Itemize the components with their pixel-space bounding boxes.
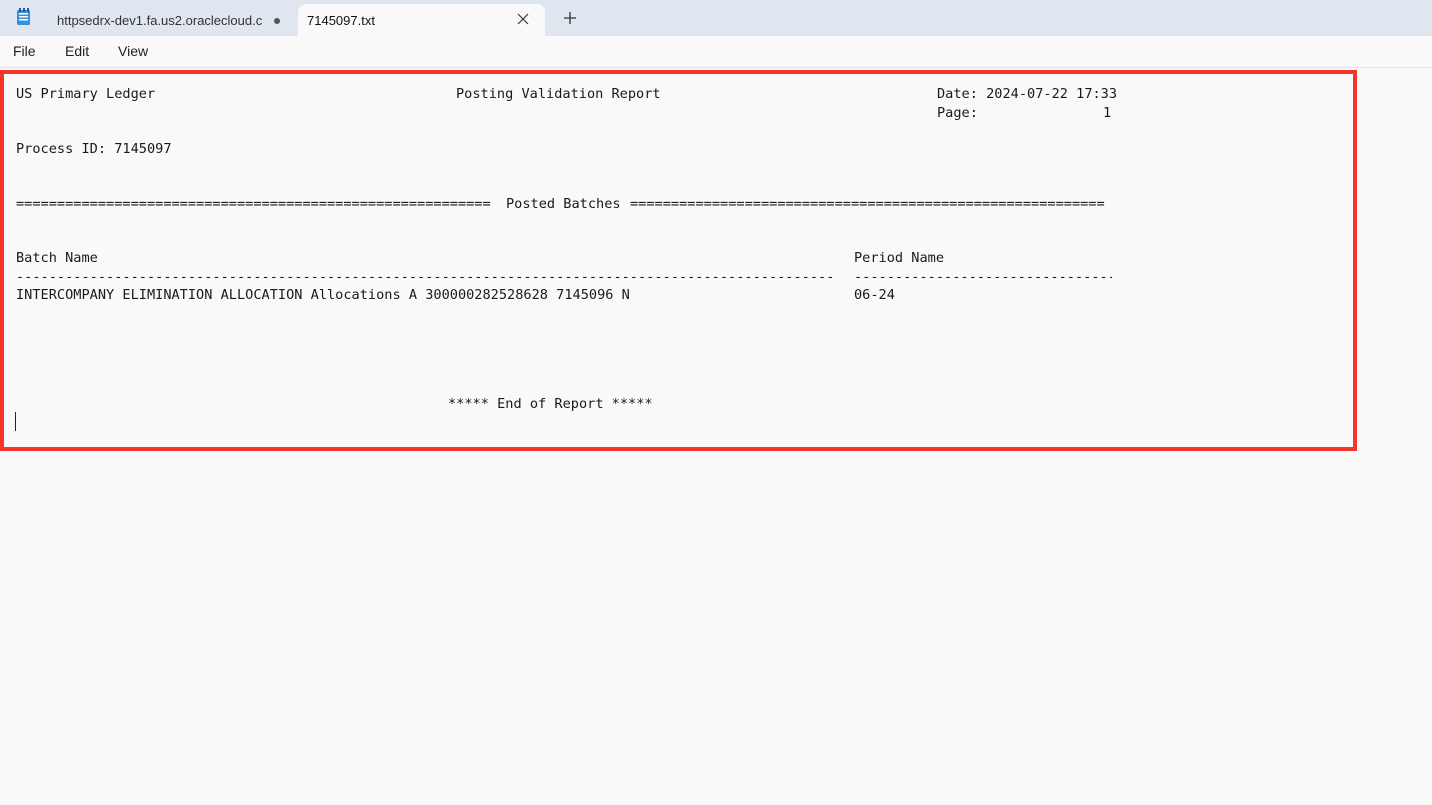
add-tab-icon[interactable] [561,9,579,27]
period-name-header: Period Name [854,250,945,266]
close-icon[interactable] [515,11,531,27]
notepad-icon [17,8,30,25]
tab-title: httpsedrx-dev1.fa.us2.oraclecloud.c [57,12,263,28]
batch-column-rule: ----------------------------------------… [16,269,835,285]
page-label: Page: [937,105,978,121]
page-number: 1 [1103,105,1112,121]
tab-report-file[interactable]: 7145097.txt [298,4,545,36]
section-rule-right: ========================================… [630,196,1105,212]
process-id: Process ID: 7145097 [16,141,172,157]
tab-web-file[interactable]: httpsedrx-dev1.fa.us2.oraclecloud.c [44,4,294,36]
unsaved-dot-icon[interactable] [274,18,280,24]
menu-edit[interactable]: Edit [65,43,89,59]
batch-name-header: Batch Name [16,250,98,266]
report-title: Posting Validation Report [456,86,661,102]
text-caret [15,412,16,431]
period-column-rule: -------------------------------- [854,269,1112,285]
menu-view[interactable]: View [118,43,148,59]
report-date: Date: 2024-07-22 17:33 [937,86,1118,102]
tab-bar: httpsedrx-dev1.fa.us2.oraclecloud.c 7145… [0,0,1432,36]
tab-title: 7145097.txt [307,12,375,28]
section-title: Posted Batches [506,196,621,212]
ledger-name: US Primary Ledger [16,86,156,102]
menu-file[interactable]: File [13,43,36,59]
menu-bar: File Edit View [0,36,1432,68]
end-of-report: ***** End of Report ***** [448,396,653,412]
batch-row-name: INTERCOMPANY ELIMINATION ALLOCATION Allo… [16,287,630,303]
section-rule-left: ========================================… [16,196,491,212]
batch-row-period: 06-24 [854,287,895,303]
text-editor[interactable] [0,69,1432,805]
